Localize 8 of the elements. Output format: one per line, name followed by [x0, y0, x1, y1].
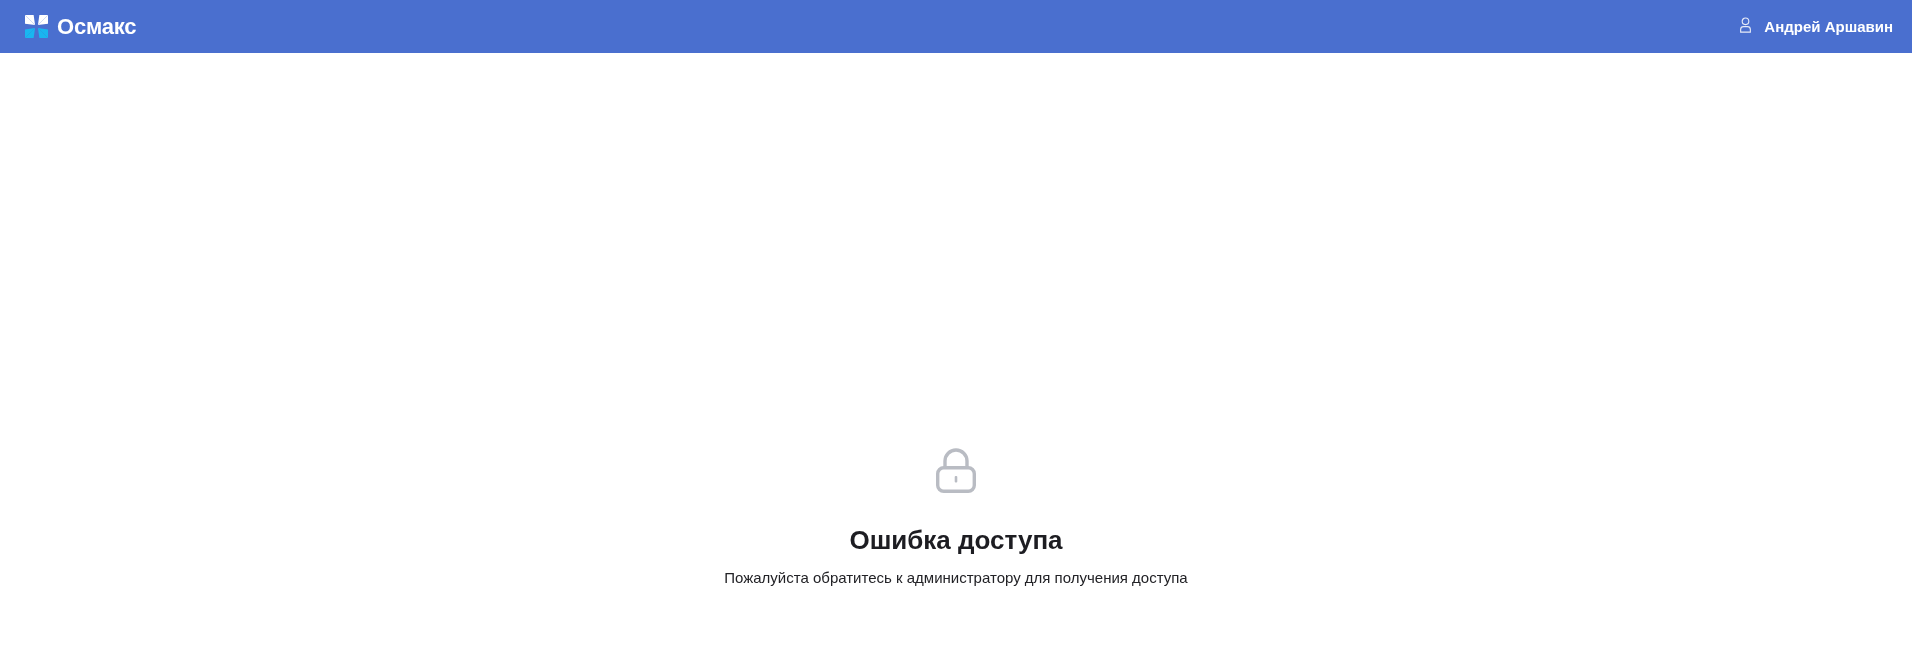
- logo-icon: [25, 15, 48, 38]
- logo-text: Осмакс: [57, 13, 137, 40]
- error-title: Ошибка доступа: [849, 524, 1063, 556]
- user-icon: [1740, 16, 1752, 33]
- error-message: Пожалуйста обратитесь к администратору для получения доступа: [724, 568, 1188, 588]
- user-menu-button[interactable]: Андрей Аршавин: [1740, 18, 1893, 35]
- lock-icon: [936, 448, 976, 493]
- logo-link[interactable]: Осмакс: [25, 13, 137, 40]
